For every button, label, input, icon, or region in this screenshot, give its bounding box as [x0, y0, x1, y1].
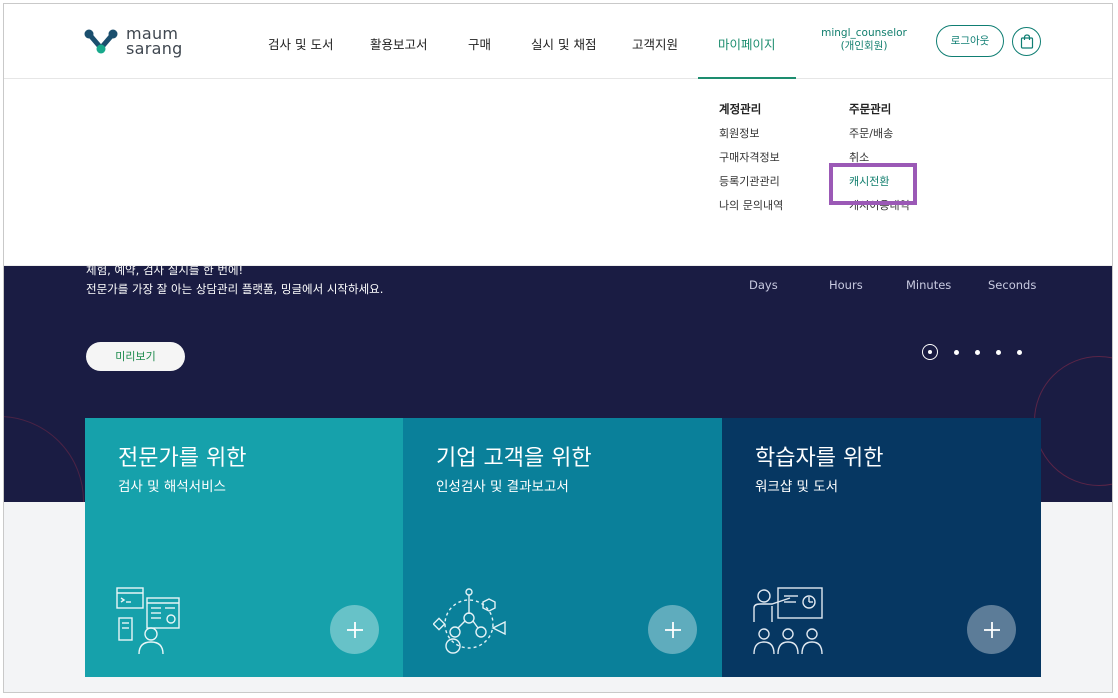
user-info: mingl_counselor (개인회원) — [814, 27, 914, 53]
highlight-annotation — [829, 163, 917, 205]
countdown-days-label: Days — [749, 278, 778, 292]
card-plus-button[interactable] — [330, 605, 379, 654]
card-subtitle: 검사 및 해석서비스 — [118, 479, 226, 495]
network-icon — [433, 588, 506, 654]
plus-icon — [346, 621, 363, 638]
countdown-hours-label: Hours — [829, 278, 863, 292]
plus-icon — [664, 621, 681, 638]
slide-dot-3[interactable] — [975, 349, 980, 355]
nav-administer-score[interactable]: 실시 및 채점 — [531, 34, 596, 53]
plus-icon — [983, 621, 1000, 638]
hero-line-1: 체험, 예약, 검사 실시를 한 번에! — [86, 266, 244, 277]
user-name: mingl_counselor — [821, 27, 907, 39]
menu-my-inquiries[interactable]: 나의 문의내역 — [719, 197, 783, 221]
card-title: 전문가를 위한 — [118, 446, 247, 471]
card-plus-button[interactable] — [648, 605, 697, 654]
countdown-minutes-label: Minutes — [906, 278, 952, 292]
nav-reports[interactable]: 활용보고서 — [370, 34, 428, 53]
menu-member-info[interactable]: 회원정보 — [719, 125, 783, 149]
card-plus-button[interactable] — [967, 605, 1016, 654]
nav-support[interactable]: 고객지원 — [632, 34, 678, 53]
nav-mypage[interactable]: 마이페이지 — [718, 34, 776, 53]
card-subtitle: 인성검사 및 결과보고서 — [436, 479, 569, 495]
site-header: maum sarang 검사 및 도서 활용보고서 구매 실시 및 채점 고객지… — [4, 4, 1112, 79]
menu-purchase-qualification[interactable]: 구매자격정보 — [719, 149, 783, 173]
logo[interactable]: maum sarang — [84, 26, 183, 58]
account-menu-heading: 계정관리 — [719, 102, 762, 116]
classroom-icon — [753, 587, 823, 655]
slide-dot-5[interactable] — [1017, 349, 1022, 355]
countdown-seconds-label: Seconds — [988, 278, 1037, 292]
logo-line-2: sarang — [126, 39, 183, 58]
mypage-dropdown-menu: 계정관리 회원정보 구매자격정보 등록기관관리 나의 문의내역 주문관리 주문/… — [4, 79, 1112, 266]
nav-tests-books[interactable]: 검사 및 도서 — [268, 34, 333, 53]
logo-text: maum sarang — [126, 26, 183, 58]
card-business[interactable]: 기업 고객을 위한 인성검사 및 결과보고서 — [403, 418, 722, 677]
professional-screens-icon — [116, 587, 180, 655]
decorative-circle — [1034, 356, 1112, 486]
card-learner[interactable]: 학습자를 위한 워크샵 및 도서 — [722, 418, 1041, 677]
decorative-circle — [4, 416, 84, 502]
user-type: (개인회원) — [840, 40, 888, 52]
logo-mark-icon — [84, 29, 118, 54]
card-professional[interactable]: 전문가를 위한 검사 및 해석서비스 — [85, 418, 404, 677]
slide-pagination — [922, 344, 1022, 360]
menu-order-shipping[interactable]: 주문/배송 — [849, 125, 910, 149]
slide-dot-2[interactable] — [954, 349, 959, 355]
slide-dot-1[interactable] — [922, 344, 938, 360]
preview-button[interactable]: 미리보기 — [86, 342, 185, 371]
logout-button[interactable]: 로그아웃 — [936, 25, 1004, 57]
account-menu-column: 계정관리 회원정보 구매자격정보 등록기관관리 나의 문의내역 — [719, 101, 783, 221]
slide-dot-4[interactable] — [996, 349, 1001, 355]
card-title: 학습자를 위한 — [755, 446, 884, 471]
shopping-bag-icon — [1020, 34, 1033, 49]
browser-frame: 체험, 예약, 검사 실시를 한 번에! 전문가를 가장 잘 아는 상담관리 플… — [3, 3, 1113, 693]
order-menu-heading: 주문관리 — [849, 102, 892, 116]
nav-purchase[interactable]: 구매 — [468, 34, 491, 53]
hero-line-2: 전문가를 가장 잘 아는 상담관리 플랫폼, 밍글에서 시작하세요. — [86, 282, 384, 296]
card-title: 기업 고객을 위한 — [436, 446, 592, 471]
menu-institution-management[interactable]: 등록기관관리 — [719, 173, 783, 197]
card-subtitle: 워크샵 및 도서 — [755, 479, 839, 495]
cart-button[interactable] — [1012, 27, 1041, 56]
